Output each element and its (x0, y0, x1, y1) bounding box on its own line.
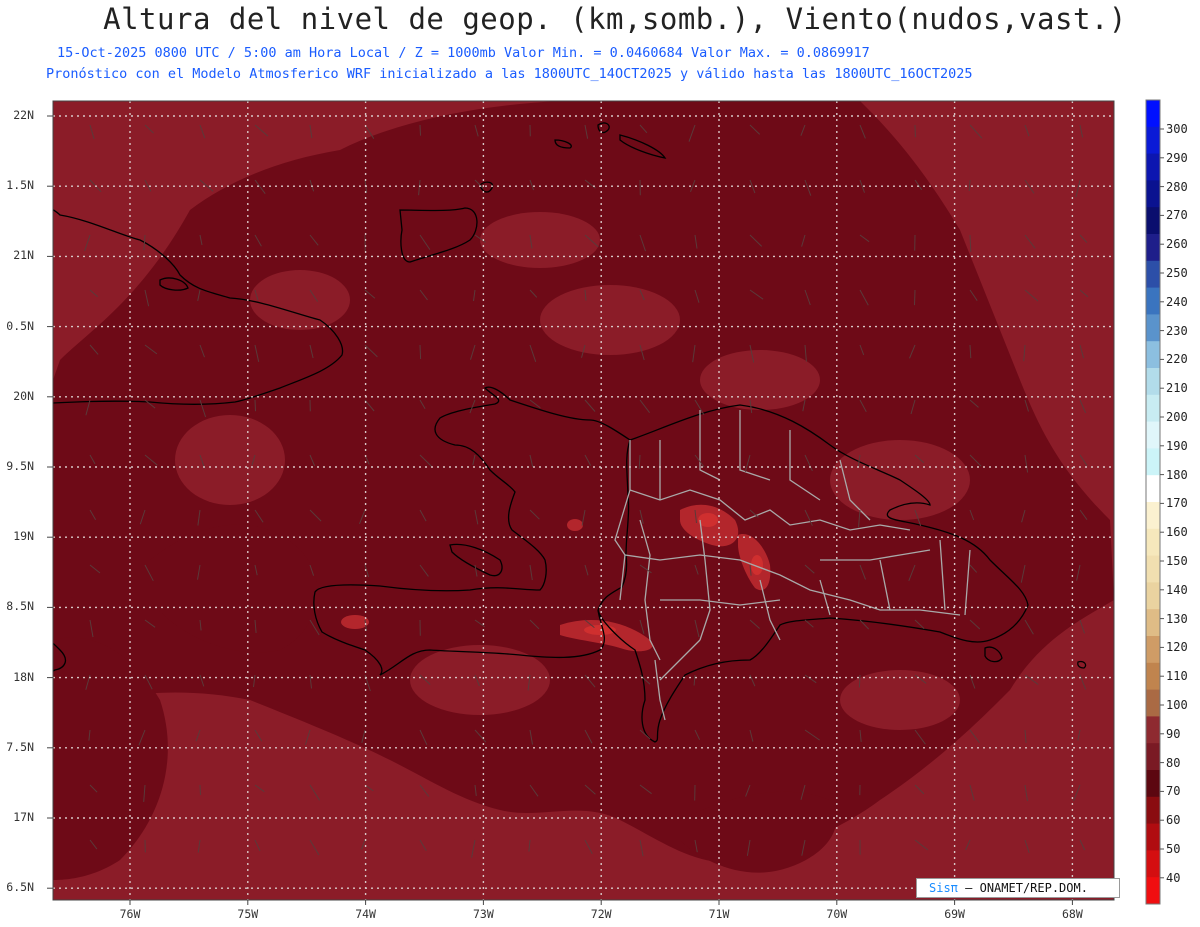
colorbar-swatch (1146, 502, 1160, 530)
credit-logo-text: Sisπ (929, 881, 958, 895)
lon-tick-label: 73W (473, 907, 494, 921)
colorbar-swatch (1146, 609, 1160, 637)
colorbar-label: 220 (1166, 352, 1188, 367)
colorbar-label: 240 (1166, 294, 1188, 309)
colorbar-swatch (1146, 421, 1160, 449)
colorbar-swatch (1146, 528, 1160, 557)
wind-barb (254, 399, 256, 412)
colorbar-swatch (1146, 368, 1160, 396)
wind-barb (419, 344, 422, 360)
lon-tick-label: 74W (355, 907, 376, 921)
lon-tick-label: 70W (826, 907, 848, 921)
colorbar-swatch (1146, 153, 1160, 181)
colorbar-label: 210 (1166, 381, 1188, 396)
lat-tick-label: 9.5N (6, 459, 34, 473)
colorbar-label: 300 (1166, 122, 1188, 136)
colorbar-label: 280 (1166, 179, 1188, 194)
lat-tick-label: 22N (13, 108, 34, 122)
colorbar-swatch (1146, 448, 1160, 476)
colorbar-swatch (1146, 475, 1160, 503)
credit-text: – ONAMET/REP.DOM. (965, 881, 1088, 895)
colorbar-swatch (1146, 126, 1160, 155)
wind-barb (199, 784, 201, 796)
colorbar-label: 100 (1166, 698, 1188, 712)
colorbar-swatch (1146, 770, 1160, 798)
colorbar-label: 50 (1166, 842, 1181, 856)
lon-tick-label: 68W (1062, 907, 1083, 921)
colorbar-label: 40 (1166, 870, 1181, 885)
colorbar-swatch (1146, 234, 1160, 262)
colorbar-swatch (1146, 287, 1160, 315)
colorbar-label: 160 (1166, 525, 1188, 540)
colorbar-label: 70 (1166, 784, 1181, 799)
lat-tick-label: 6.5N (6, 880, 34, 895)
colorbar-swatch (1146, 314, 1160, 342)
colorbar-swatch (1146, 689, 1160, 717)
colorbar-label: 170 (1166, 496, 1188, 511)
colorbar-swatch (1146, 716, 1160, 744)
colorbar-label: 180 (1166, 467, 1188, 482)
colorbar-label: 260 (1166, 237, 1188, 252)
colorbar-swatch (1146, 341, 1160, 369)
lat-tick-label: 21N (13, 248, 34, 263)
map-canvas (47, 99, 1164, 905)
lon-tick-label: 75W (237, 907, 259, 921)
wind-barb (914, 289, 916, 306)
lat-tick-label: 19N (13, 529, 34, 544)
colorbar-swatch (1146, 796, 1160, 825)
wind-barb (419, 124, 421, 136)
credit-box: Sisπ – ONAMET/REP.DOM. (916, 878, 1120, 898)
colorbar-label: 150 (1166, 554, 1188, 568)
lat-tick-label: 18N (13, 669, 34, 684)
lat-tick-label: 8.5N (6, 599, 34, 614)
colorbar-label: 200 (1166, 410, 1188, 424)
colorbar-label: 270 (1166, 208, 1188, 223)
lat-tick-label: 0.5N (6, 318, 34, 333)
lon-tick-label: 72W (590, 907, 612, 921)
colorbar-swatch (1146, 582, 1160, 610)
colorbar (1145, 99, 1164, 905)
lat-tick-label: 20N (13, 388, 34, 403)
colorbar-label: 250 (1166, 266, 1188, 280)
colorbar-label: 90 (1166, 726, 1181, 741)
colorbar-swatch (1146, 743, 1160, 771)
colorbar-swatch (1146, 555, 1160, 583)
colorbar-swatch (1146, 207, 1160, 235)
colorbar-label: 290 (1166, 150, 1188, 165)
wind-barb (858, 674, 861, 688)
colorbar-label: 120 (1166, 640, 1188, 655)
colorbar-swatch (1146, 877, 1160, 905)
colorbar-label: 80 (1166, 755, 1181, 770)
lon-tick-label: 71W (708, 907, 730, 921)
colorbar-swatch (1146, 636, 1160, 664)
colorbar-label: 110 (1166, 669, 1188, 684)
colorbar-swatch (1146, 260, 1160, 289)
colorbar-label: 230 (1166, 323, 1188, 338)
colorbar-swatch (1146, 180, 1160, 208)
lat-tick-label: 1.5N (6, 178, 34, 193)
lon-tick-label: 76W (119, 907, 141, 921)
colorbar-label: 130 (1166, 611, 1188, 626)
colorbar-swatch (1146, 100, 1160, 128)
colorbar-label: 60 (1166, 813, 1181, 828)
colorbar-swatch (1146, 850, 1160, 878)
lat-tick-label: 7.5N (6, 739, 34, 754)
colorbar-label: 140 (1166, 582, 1188, 597)
lat-tick-label: 17N (13, 810, 34, 824)
lon-tick-label: 69W (944, 907, 965, 921)
colorbar-swatch (1146, 662, 1160, 691)
map-field (53, 101, 1114, 900)
colorbar-swatch (1146, 823, 1160, 851)
colorbar-swatch (1146, 394, 1160, 423)
colorbar-label: 190 (1166, 438, 1188, 453)
